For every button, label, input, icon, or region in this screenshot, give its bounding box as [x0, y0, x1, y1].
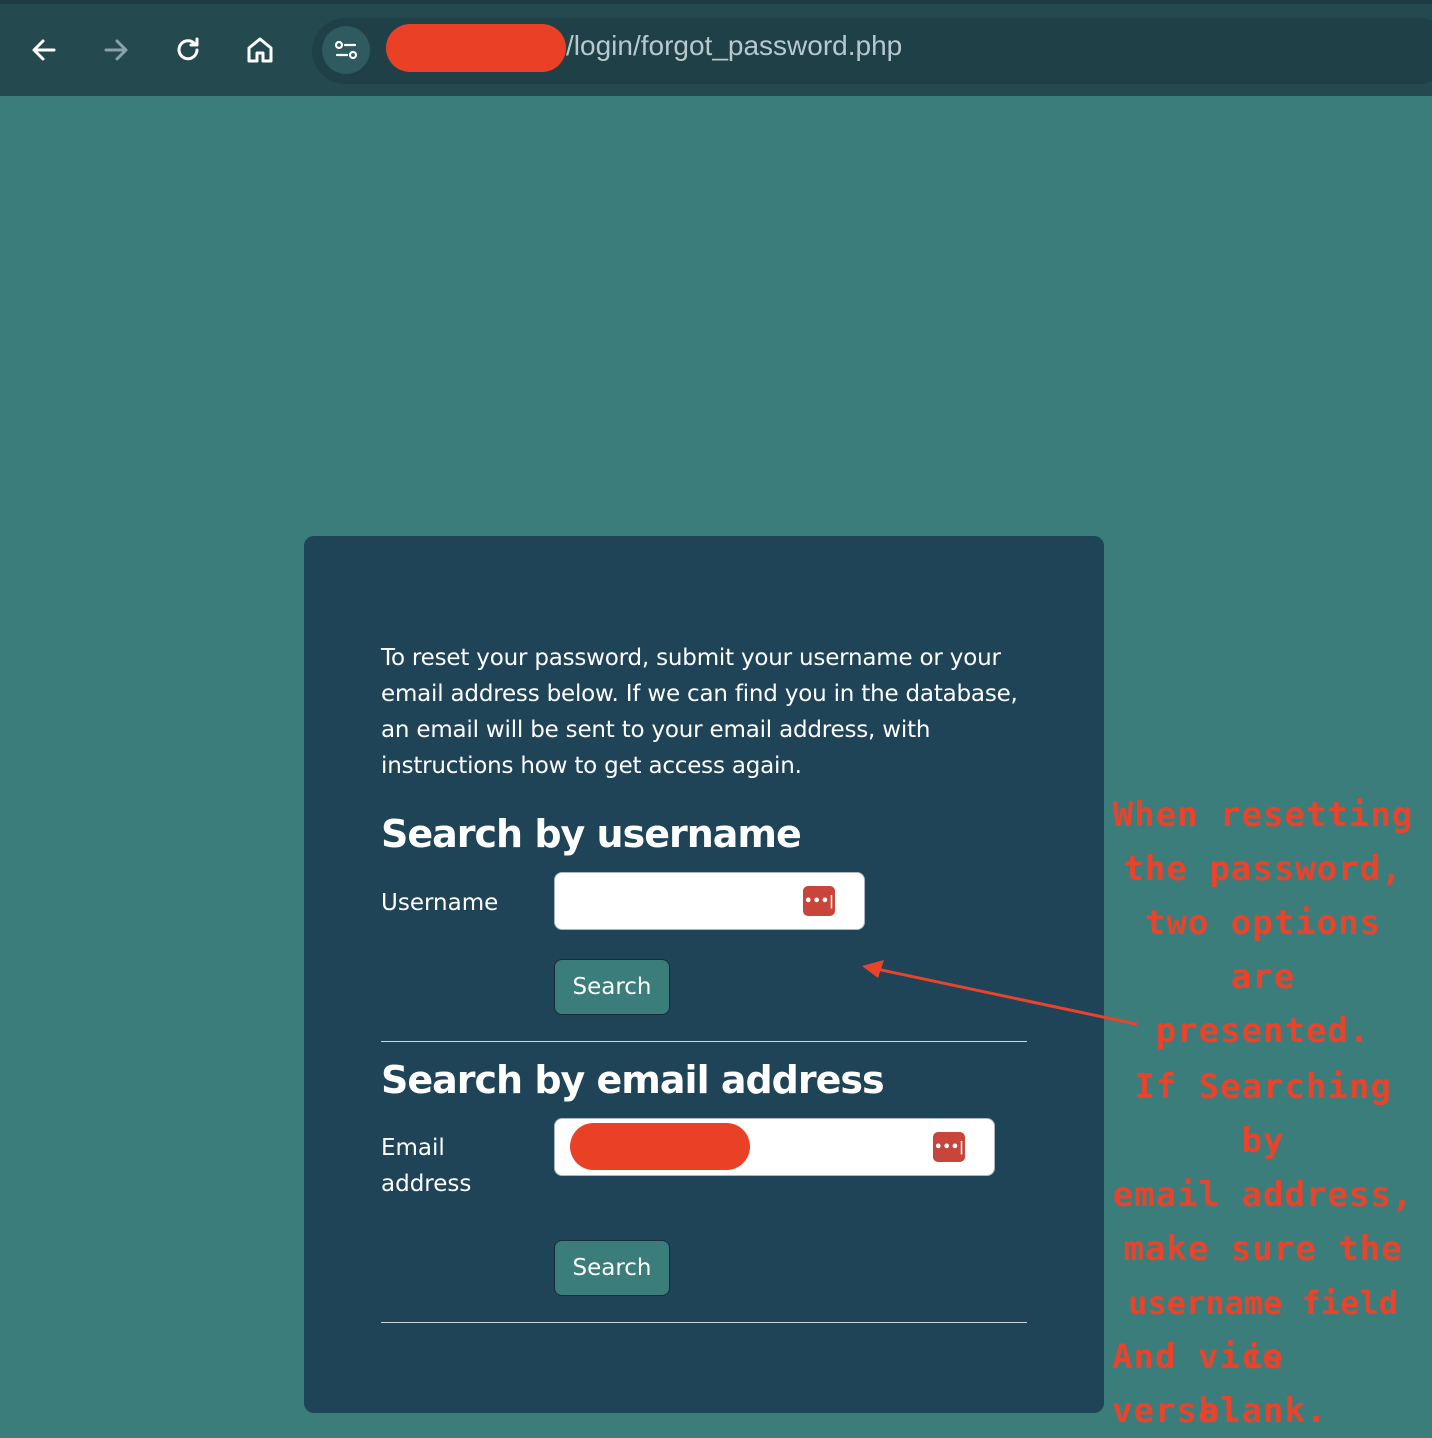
annotation-line: When resetting [1112, 795, 1414, 835]
search-username-button[interactable]: Search [554, 959, 670, 1015]
password-manager-icon[interactable]: •••| [803, 886, 835, 916]
redacted-email-value [570, 1123, 750, 1170]
home-icon [247, 37, 273, 63]
annotation-arrow [862, 960, 1138, 1026]
url-path[interactable]: /login/forgot_password.php [566, 30, 902, 62]
email-input[interactable]: •••| [554, 1118, 995, 1176]
back-arrow-icon [32, 39, 56, 61]
home-button[interactable] [238, 28, 282, 72]
email-label-line2: address [381, 1171, 472, 1197]
intro-text: To reset your password, submit your user… [381, 645, 1018, 779]
reload-icon [177, 37, 199, 61]
section-divider-bottom [381, 1322, 1027, 1323]
reload-button[interactable] [166, 28, 210, 72]
section-divider [381, 1041, 1027, 1042]
annotation-line: two options are [1144, 903, 1382, 997]
back-button[interactable] [22, 28, 66, 72]
site-settings-icon [334, 40, 358, 60]
annotation-line: the password, [1123, 849, 1403, 889]
annotation-line: make sure the [1123, 1229, 1403, 1269]
username-section-heading: Search by username [381, 812, 802, 856]
forward-button[interactable] [94, 28, 138, 72]
site-settings-button[interactable] [322, 26, 370, 74]
annotation-line: If Searching by [1134, 1067, 1392, 1161]
browser-toolbar: /login/forgot_password.php [0, 0, 1432, 96]
redacted-domain [386, 24, 566, 72]
tab-strip [0, 0, 1432, 4]
email-label-line1: Email [381, 1135, 445, 1161]
email-section-heading: Search by email address [381, 1058, 885, 1102]
password-manager-icon[interactable]: •••| [933, 1132, 965, 1162]
username-label: Username [381, 890, 499, 916]
annotation-note-1: When resetting the password, two options… [1110, 788, 1416, 1058]
annotation-line: email address, [1112, 1175, 1414, 1215]
annotation-note-3: And vice versa. [1112, 1337, 1284, 1431]
forward-arrow-icon [104, 39, 128, 61]
annotation-line: presented. [1155, 1011, 1371, 1051]
search-email-button[interactable]: Search [554, 1240, 670, 1296]
username-input[interactable]: •••| [554, 872, 865, 930]
